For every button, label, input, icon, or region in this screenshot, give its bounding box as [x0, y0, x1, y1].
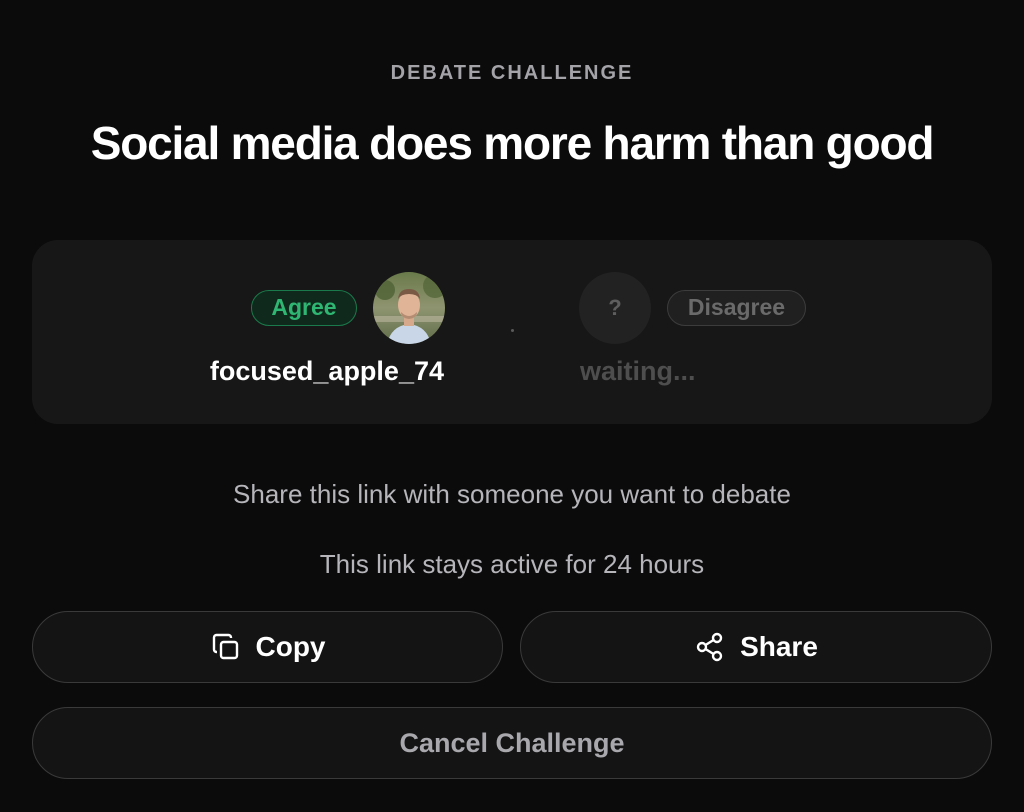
- copy-button[interactable]: Copy: [32, 611, 503, 683]
- expiry-note-text: This link stays active for 24 hours: [319, 549, 705, 579]
- opponent-placeholder-avatar: ?: [579, 272, 651, 344]
- share-icon: [694, 631, 726, 663]
- debate-challenge-screen: DEBATE CHALLENGE Social media does more …: [0, 0, 1024, 812]
- challenger-username: focused_apple_74: [209, 356, 444, 386]
- debate-topic-title: Social media does more harm than good: [90, 117, 935, 169]
- separator-dot: [511, 329, 514, 332]
- disagree-stance-badge: Disagree: [667, 290, 806, 326]
- avatar: [373, 272, 445, 344]
- cancel-label: Cancel Challenge: [399, 727, 625, 758]
- share-hint-text: Share this link with someone you want to…: [233, 479, 791, 509]
- share-button[interactable]: Share: [520, 611, 992, 683]
- participants-card: Agree ? Disagree focused_apple_74 waitin…: [32, 240, 992, 424]
- copy-label: Copy: [255, 631, 326, 662]
- agree-stance-badge: Agree: [251, 290, 357, 326]
- eyebrow-label: DEBATE CHALLENGE: [390, 62, 634, 84]
- opponent-status: waiting...: [580, 356, 696, 386]
- share-label: Share: [740, 631, 818, 662]
- copy-icon: [210, 631, 242, 663]
- cancel-challenge-button[interactable]: Cancel Challenge: [32, 707, 992, 779]
- user-photo-icon: [373, 272, 445, 344]
